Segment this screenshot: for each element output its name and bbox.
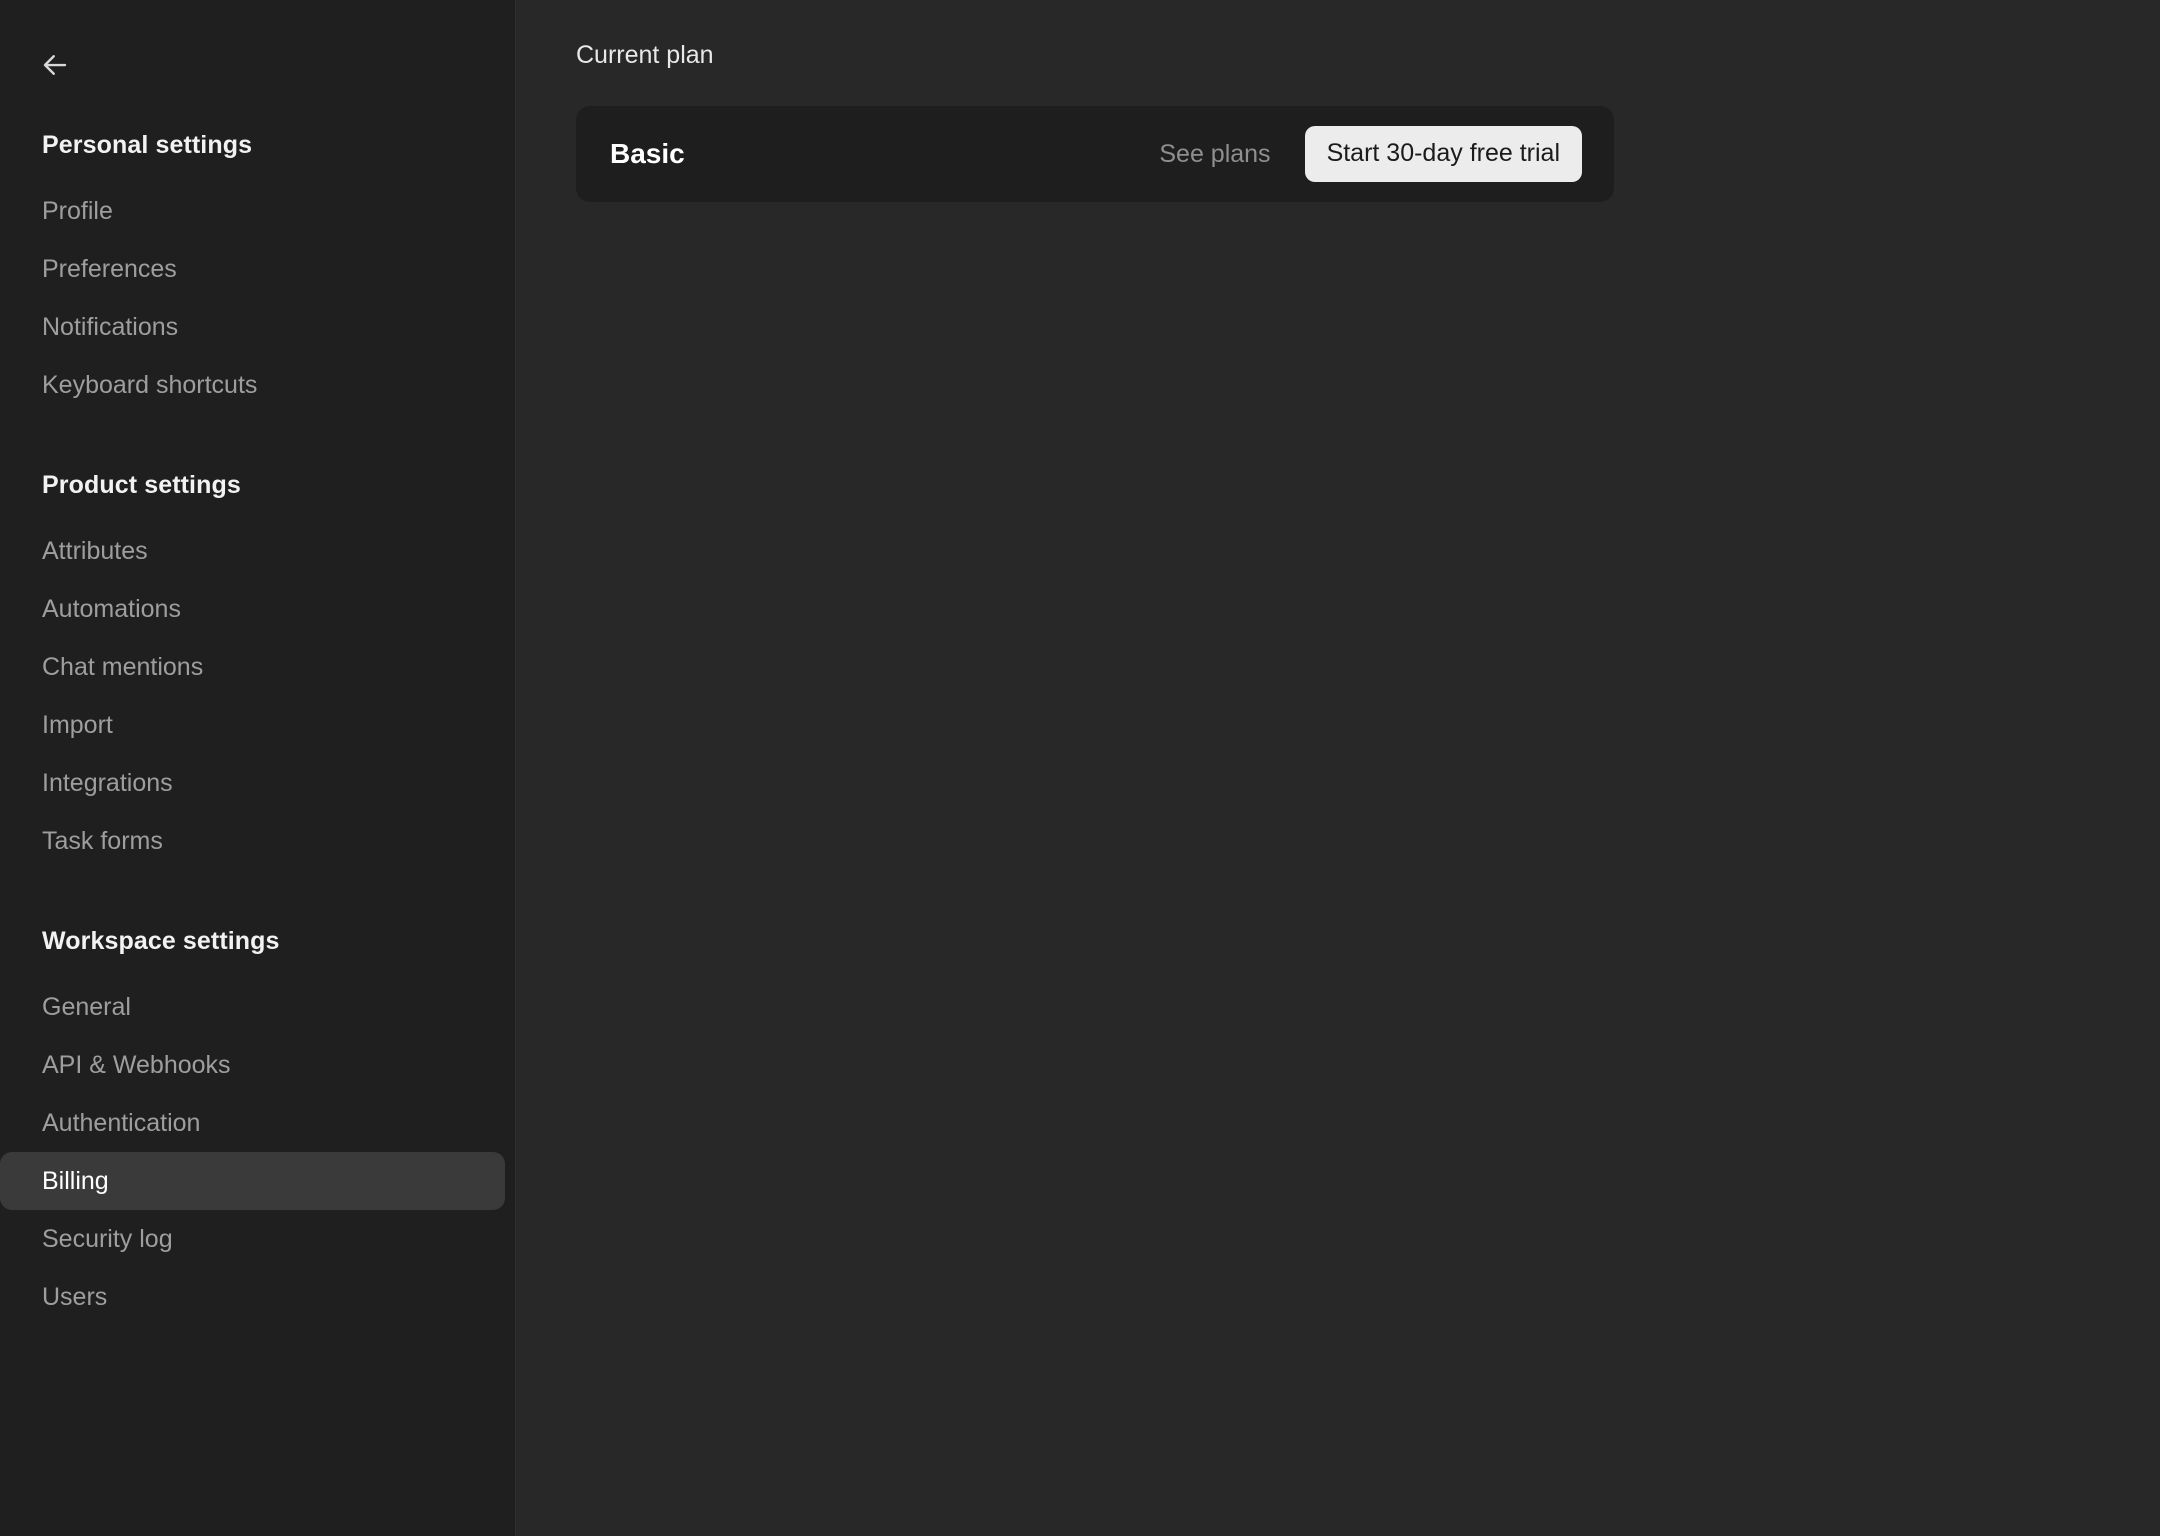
sidebar-nav: Personal settings Profile Preferences No…	[0, 130, 515, 1326]
start-free-trial-button[interactable]: Start 30-day free trial	[1304, 126, 1582, 182]
back-button[interactable]	[26, 36, 84, 94]
sidebar-item-task-forms[interactable]: Task forms	[0, 812, 505, 870]
sidebar-section-title-workspace-settings: Workspace settings	[42, 927, 280, 955]
sidebar-item-billing[interactable]: Billing	[0, 1152, 505, 1210]
sidebar-section-title-personal-settings: Personal settings	[42, 131, 253, 159]
sidebar-item-integrations[interactable]: Integrations	[0, 754, 505, 812]
plan-name-label: Basic	[610, 138, 685, 170]
sidebar-item-api-webhooks[interactable]: API & Webhooks	[0, 1036, 505, 1094]
arrow-left-icon	[40, 50, 70, 80]
page-title: Current plan	[576, 41, 714, 69]
settings-page: Personal settings Profile Preferences No…	[0, 0, 2160, 1536]
sidebar-item-notifications[interactable]: Notifications	[0, 298, 505, 356]
sidebar-item-chat-mentions[interactable]: Chat mentions	[0, 638, 505, 696]
sidebar-item-attributes[interactable]: Attributes	[0, 522, 505, 580]
sidebar-item-users[interactable]: Users	[0, 1268, 505, 1326]
sidebar-item-general[interactable]: General	[0, 978, 505, 1036]
sidebar-item-automations[interactable]: Automations	[0, 580, 505, 638]
settings-main-content: Current plan Basic See plans Start 30-da…	[516, 0, 2160, 1536]
sidebar-item-preferences[interactable]: Preferences	[0, 240, 505, 298]
sidebar-section-workspace-settings: Workspace settings General API & Webhook…	[0, 926, 515, 1326]
sidebar-item-import[interactable]: Import	[0, 696, 505, 754]
sidebar-item-authentication[interactable]: Authentication	[0, 1094, 505, 1152]
settings-sidebar: Personal settings Profile Preferences No…	[0, 0, 516, 1536]
sidebar-section-personal-settings: Personal settings Profile Preferences No…	[0, 130, 515, 414]
sidebar-item-profile[interactable]: Profile	[0, 182, 505, 240]
current-plan-card: Basic See plans Start 30-day free trial	[576, 106, 1614, 202]
sidebar-item-keyboard-shortcuts[interactable]: Keyboard shortcuts	[0, 356, 505, 414]
sidebar-item-security-log[interactable]: Security log	[0, 1210, 505, 1268]
see-plans-link[interactable]: See plans	[1159, 139, 1270, 169]
sidebar-section-product-settings: Product settings Attributes Automations …	[0, 470, 515, 870]
sidebar-section-title-product-settings: Product settings	[42, 471, 241, 499]
